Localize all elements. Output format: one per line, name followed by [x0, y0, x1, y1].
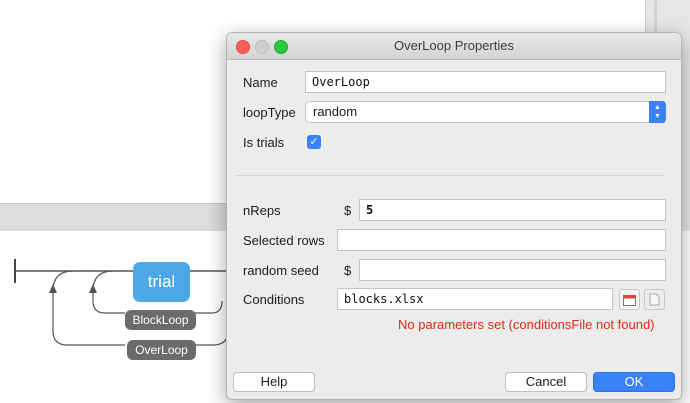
- name-input[interactable]: OverLoop: [305, 71, 666, 93]
- blockloop-arrow-icon: [89, 284, 97, 293]
- ok-button[interactable]: OK: [593, 372, 675, 392]
- looptype-select[interactable]: random ▲ ▼: [305, 101, 666, 123]
- help-button[interactable]: Help: [233, 372, 315, 392]
- overloop-return-path: [52, 291, 125, 346]
- name-label: Name: [243, 75, 278, 90]
- section-divider: [235, 175, 665, 176]
- browse-conditions-button[interactable]: [619, 289, 640, 310]
- loop-label-blockloop[interactable]: BlockLoop: [125, 310, 196, 330]
- loop-label-overloop[interactable]: OverLoop: [127, 340, 196, 360]
- is-trials-label: Is trials: [243, 135, 285, 150]
- overloop-entry-path: [52, 270, 74, 292]
- random-seed-code-prefix: $: [344, 263, 352, 278]
- checkmark-icon: ✓: [309, 136, 319, 148]
- nreps-label: nReps: [243, 203, 281, 218]
- overloop-exit-path: [195, 330, 229, 346]
- up-down-chevron-icon: ▲ ▼: [649, 101, 666, 123]
- properties-dialog: OverLoop Properties Name OverLoop loopTy…: [226, 32, 682, 400]
- selected-rows-input[interactable]: [337, 229, 666, 251]
- conditions-error-message: No parameters set (conditionsFile not fo…: [398, 317, 655, 332]
- nreps-input[interactable]: 5: [359, 199, 666, 221]
- conditions-label: Conditions: [243, 292, 305, 307]
- blockloop-return-path: [92, 291, 125, 314]
- conditions-input[interactable]: blocks.xlsx: [337, 288, 613, 310]
- overloop-arrow-icon: [49, 284, 57, 293]
- preview-conditions-button[interactable]: [644, 289, 665, 310]
- dialog-titlebar: OverLoop Properties: [227, 33, 681, 60]
- folder-calendar-icon: [623, 294, 636, 306]
- is-trials-checkbox[interactable]: ✓: [307, 135, 321, 149]
- dialog-title: OverLoop Properties: [394, 38, 514, 53]
- looptype-value: random: [313, 104, 358, 119]
- cancel-button[interactable]: Cancel: [505, 372, 587, 392]
- blockloop-exit-path: [195, 300, 223, 314]
- routine-trial[interactable]: trial: [133, 262, 190, 302]
- blockloop-entry-path: [92, 270, 114, 292]
- random-seed-input[interactable]: [359, 259, 666, 281]
- nreps-code-prefix: $: [344, 203, 352, 218]
- looptype-label: loopType: [243, 105, 296, 120]
- selected-rows-label: Selected rows: [243, 233, 325, 248]
- document-icon: [649, 293, 660, 306]
- random-seed-label: random seed: [243, 263, 319, 278]
